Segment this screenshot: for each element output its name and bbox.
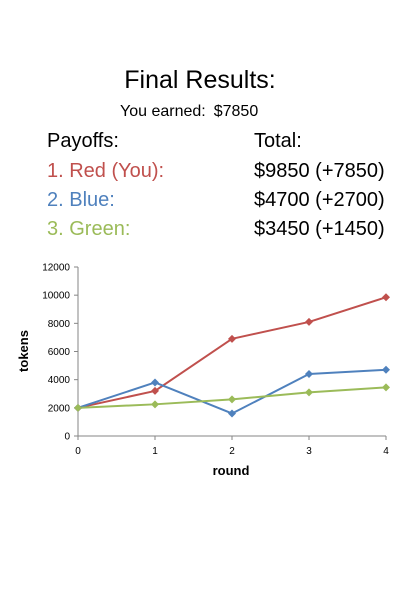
y-axis-label: tokens: [16, 330, 31, 372]
data-point-1-4: [382, 365, 390, 374]
y-tick-label: 12000: [42, 263, 70, 274]
chart-series: [74, 293, 390, 418]
y-tick-label: 4000: [48, 375, 71, 386]
y-tick-label: 0: [64, 432, 70, 443]
data-point-1-1: [151, 378, 159, 387]
x-tick-label: 4: [383, 446, 389, 457]
y-tick-label: 6000: [48, 347, 71, 358]
data-point-1-3: [305, 370, 313, 379]
x-tick-label: 1: [152, 446, 158, 457]
data-point-2-3: [305, 388, 313, 397]
data-point-2-0: [74, 403, 82, 412]
y-tick-label: 2000: [48, 403, 71, 414]
x-tick-label: 2: [229, 446, 235, 457]
tokens-line-chart: 0 2000 4000 6000 8000 10000 12000 0 1 2 3 4 round t…: [16, 263, 390, 478]
data-point-2-2: [228, 395, 236, 404]
x-axis-label: round: [213, 463, 250, 478]
y-tick-label: 10000: [42, 291, 70, 302]
chart-axes: 0 2000 4000 6000 8000 10000 12000 0 1 2 3 4: [42, 263, 389, 458]
data-point-2-4: [382, 383, 390, 392]
x-tick-label: 0: [75, 446, 81, 457]
data-point-2-1: [151, 400, 159, 409]
data-point-0-4: [382, 293, 390, 302]
y-tick-label: 8000: [48, 319, 71, 330]
data-point-1-2: [228, 409, 236, 418]
series-line-1: [77, 368, 387, 415]
data-point-0-3: [305, 317, 313, 326]
x-tick-label: 3: [306, 446, 312, 457]
